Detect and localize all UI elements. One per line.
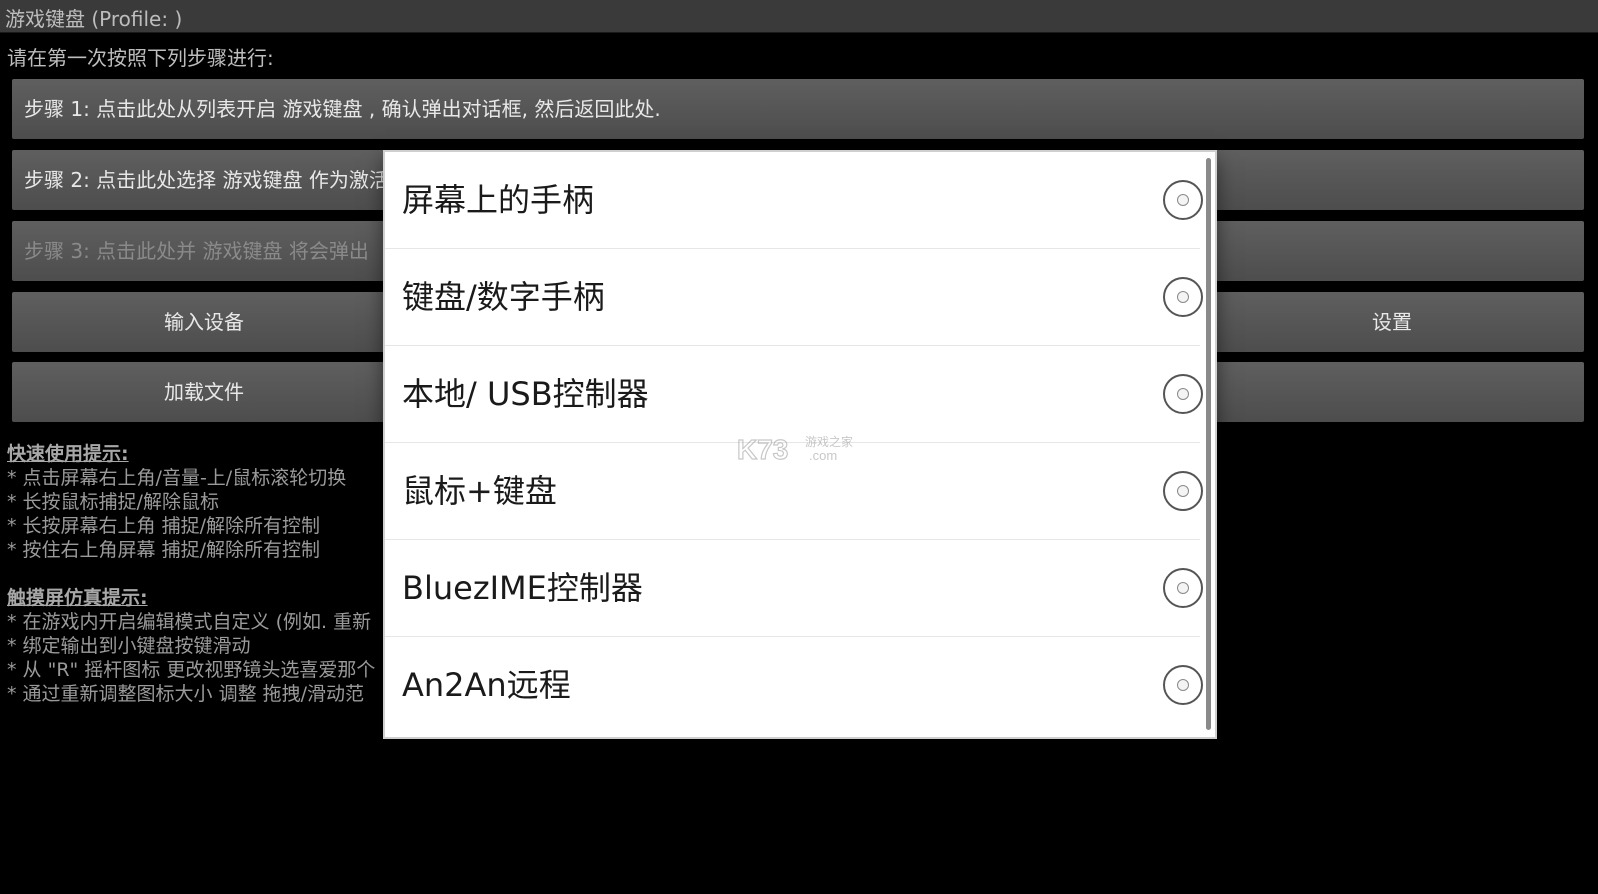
settings-button[interactable]: 设置 xyxy=(1200,292,1584,352)
title-bar: 游戏键盘 (Profile: ) xyxy=(0,0,1598,33)
radio-dot-icon xyxy=(1177,582,1189,594)
touch-tips: 触摸屏仿真提示: * 在游戏内开启编辑模式自定义 (例如. 重新 * 绑定输出到… xyxy=(7,586,375,706)
option-label: BluezIME控制器 xyxy=(402,569,643,607)
option-label: 键盘/数字手柄 xyxy=(402,278,605,316)
dialog-scrollbar[interactable] xyxy=(1206,158,1211,730)
radio-dot-icon xyxy=(1177,291,1189,303)
k73-watermark-logo: K73 游戏之家 .com xyxy=(737,433,853,465)
option-keyboard-dpad[interactable]: 键盘/数字手柄 xyxy=(385,249,1203,346)
quick-tip-item: * 长按鼠标捕捉/解除鼠标 xyxy=(7,491,219,513)
option-label: 本地/ USB控制器 xyxy=(402,375,649,413)
radio-button[interactable] xyxy=(1163,665,1203,705)
quick-tip-item: * 长按屏幕右上角 捕捉/解除所有控制 xyxy=(7,515,320,537)
watermark-main-text: K73 xyxy=(737,434,788,465)
touch-tip-item: * 通过重新调整图标大小 调整 拖拽/滑动范 xyxy=(7,683,365,705)
quick-tips-heading: 快速使用提示: xyxy=(7,443,129,465)
radio-button[interactable] xyxy=(1163,568,1203,608)
quick-tips: 快速使用提示: * 点击屏幕右上角/音量-上/鼠标滚轮切换 * 长按鼠标捕捉/解… xyxy=(7,442,346,562)
radio-button[interactable] xyxy=(1163,471,1203,511)
touch-tip-item: * 从 "R" 摇杆图标 更改视野镜头选喜爱那个 xyxy=(7,659,376,681)
quick-tip-item: * 按住右上角屏幕 捕捉/解除所有控制 xyxy=(7,539,320,561)
radio-dot-icon xyxy=(1177,485,1189,497)
radio-dot-icon xyxy=(1177,194,1189,206)
radio-dot-icon xyxy=(1177,388,1189,400)
watermark-domain-text: .com xyxy=(809,448,837,463)
step-1-button[interactable]: 步骤 1: 点击此处从列表开启 游戏键盘 , 确认弹出对话框, 然后返回此处. xyxy=(12,79,1584,139)
radio-button[interactable] xyxy=(1163,374,1203,414)
touch-tip-item: * 绑定输出到小键盘按键滑动 xyxy=(7,635,251,657)
watermark-sub-text: 游戏之家 xyxy=(805,434,853,449)
option-label: 屏幕上的手柄 xyxy=(402,181,595,219)
app-title: 游戏键盘 (Profile: ) xyxy=(5,7,183,31)
quick-tip-item: * 点击屏幕右上角/音量-上/鼠标滚轮切换 xyxy=(7,467,347,489)
radio-button[interactable] xyxy=(1163,180,1203,220)
option-onscreen-gamepad[interactable]: 屏幕上的手柄 xyxy=(385,152,1203,249)
touch-tips-heading: 触摸屏仿真提示: xyxy=(7,587,148,609)
touch-tip-item: * 在游戏内开启编辑模式自定义 (例如. 重新 xyxy=(7,611,372,633)
option-an2an-remote[interactable]: An2An远程 xyxy=(385,637,1203,734)
instructions-text: 请在第一次按照下列步骤进行: xyxy=(7,46,274,70)
option-label: An2An远程 xyxy=(402,666,571,704)
radio-button[interactable] xyxy=(1163,277,1203,317)
option-bluezime-controller[interactable]: BluezIME控制器 xyxy=(385,540,1203,637)
load-file-button-right[interactable] xyxy=(1200,362,1584,422)
input-devices-button[interactable]: 输入设备 xyxy=(12,292,396,352)
radio-dot-icon xyxy=(1177,679,1189,691)
load-file-button[interactable]: 加载文件 xyxy=(12,362,396,422)
option-label: 鼠标+键盘 xyxy=(402,472,557,510)
option-usb-controller[interactable]: 本地/ USB控制器 xyxy=(385,346,1203,443)
